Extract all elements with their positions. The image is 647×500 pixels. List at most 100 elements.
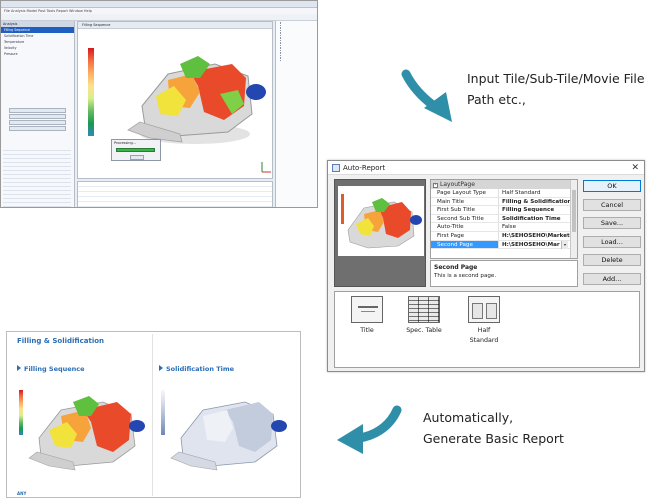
results-table [3, 147, 71, 207]
curved-arrow-left-icon [337, 405, 402, 454]
scrollbar-thumb[interactable] [572, 190, 576, 232]
report-color-legend [161, 390, 165, 435]
generated-report: Filling & Solidification Filling Sequenc… [6, 331, 301, 498]
template-title[interactable]: Title [346, 296, 388, 336]
property-value[interactable]: Filling Sequence [499, 206, 577, 214]
close-icon[interactable]: ✕ [631, 161, 639, 175]
tree-item[interactable] [280, 22, 317, 26]
dialog-buttons: OK Cancel Save... Load... Delete Add... [583, 180, 641, 291]
template-spec-table[interactable]: Spec. Table [403, 296, 445, 336]
property-category[interactable]: - LayoutPage [431, 180, 577, 189]
property-scrollbar[interactable] [570, 180, 577, 258]
property-key: Auto-Title [431, 223, 499, 231]
caption-line: Path etc., [467, 92, 526, 107]
arrow-head [337, 424, 363, 454]
report-logo: ANY [17, 491, 27, 496]
left-panel-button[interactable] [9, 114, 66, 119]
progress-bar [116, 148, 155, 152]
report-filling-model [28, 396, 145, 471]
dialog-title: Auto-Report [343, 164, 386, 172]
property-row[interactable]: Page Layout Type Half Standard [431, 189, 577, 198]
app-bottom-table [77, 181, 273, 207]
property-row-selected[interactable]: Second Page H:\SEHOSEHO\Mar ▾ [431, 240, 577, 250]
analysis-app-screenshot: File Analysis Model Post Tools Report Wi… [0, 0, 318, 208]
report-second-subtitle: Solidification Time [159, 365, 234, 373]
property-grid[interactable]: - LayoutPage Page Layout Type Half Standar… [430, 179, 578, 259]
progress-dialog: Processing... [111, 139, 161, 161]
property-row[interactable]: First Page H:\SEHOSEHO\Market [431, 231, 577, 241]
property-value[interactable]: H:\SEHOSEHO\Market [499, 232, 577, 240]
title-template-icon [351, 296, 383, 323]
report-color-legend [19, 390, 23, 435]
caption-input-paths: Input Tile/Sub-Tile/Movie File Path etc.… [467, 68, 645, 110]
curved-arrow-down-icon [401, 69, 452, 122]
template-label: Title [360, 327, 374, 334]
report-divider [152, 334, 153, 496]
property-value[interactable]: Solidification Time [499, 215, 577, 223]
first-subtitle-text: Filling Sequence [24, 365, 85, 373]
property-description: Second Page This is a second page. [430, 260, 578, 287]
property-key: Main Title [431, 197, 499, 206]
property-row[interactable]: First Sub Title Filling Sequence [431, 206, 577, 215]
table-template-icon [408, 296, 440, 323]
title-template-line [361, 311, 375, 312]
progress-cancel-button[interactable] [130, 155, 144, 160]
app-titlebar [1, 1, 317, 8]
report-first-subtitle: Filling Sequence [17, 365, 85, 373]
template-label: Half Standard [469, 327, 499, 344]
caption-line: Automatically, [423, 410, 514, 425]
load-button[interactable]: Load... [583, 235, 641, 248]
property-row[interactable]: Main Title Filling & Solidification [431, 197, 577, 207]
dialog-titlebar: Auto-Report ✕ [328, 161, 644, 175]
report-model-blue [129, 420, 145, 432]
app-window-icon [332, 164, 340, 172]
description-title: Second Page [434, 264, 478, 271]
delete-button[interactable]: Delete [583, 254, 641, 266]
tree-item[interactable] [280, 42, 317, 46]
caption-line: Input Tile/Sub-Tile/Movie File [467, 71, 645, 86]
report-model-blue [271, 420, 287, 432]
left-panel-button[interactable] [9, 108, 66, 113]
ok-button[interactable]: OK [583, 180, 641, 192]
auto-report-dialog: Auto-Report ✕ - LayoutPage Page Layout Ty… [327, 160, 645, 372]
description-text: This is a second page. [434, 273, 497, 279]
progress-title: Processing... [114, 141, 137, 145]
save-button[interactable]: Save... [583, 217, 641, 229]
tree-item[interactable] [280, 32, 317, 36]
property-key: First Page [431, 231, 499, 240]
bullet-triangle-icon [17, 365, 21, 371]
left-panel-button[interactable] [9, 120, 66, 125]
caption-generate-report: Automatically, Generate Basic Report [423, 407, 564, 449]
title-template-line [358, 306, 378, 308]
cancel-button[interactable]: Cancel [583, 198, 641, 211]
template-half-standard[interactable]: Half Standard [463, 296, 505, 346]
3d-view[interactable]: Filling Sequence [77, 21, 273, 179]
property-key: Page Layout Type [431, 189, 499, 197]
report-main-title: Filling & Solidification [17, 337, 105, 345]
tree-item[interactable] [280, 57, 317, 61]
tree-item[interactable] [280, 27, 317, 31]
add-button[interactable]: Add... [583, 272, 641, 285]
left-panel-button[interactable] [9, 126, 66, 131]
dropdown-arrow-icon[interactable]: ▾ [561, 240, 568, 249]
collapse-icon[interactable]: - [433, 183, 438, 188]
property-row[interactable]: Second Sub Title Solidification Time [431, 214, 577, 224]
property-value[interactable]: False [499, 223, 577, 231]
property-key: Second Page [431, 240, 499, 249]
half-standard-template-icon [468, 296, 500, 323]
color-legend [88, 48, 94, 136]
property-value[interactable]: Filling & Solidification [499, 198, 577, 206]
second-subtitle-text: Solidification Time [166, 365, 235, 373]
property-value[interactable]: Half Standard [499, 189, 577, 197]
casting-model [127, 56, 266, 144]
axis-triad [261, 162, 271, 173]
preview-colorbar [341, 194, 344, 224]
property-row[interactable]: Auto-Title False [431, 223, 577, 232]
property-key: First Sub Title [431, 206, 499, 214]
tree-item[interactable] [280, 47, 317, 51]
view-tab[interactable]: Filling Sequence [78, 22, 272, 29]
app-toolbar [1, 14, 317, 28]
bullet-triangle-icon [159, 365, 163, 371]
tree-item[interactable] [280, 52, 317, 56]
tree-item[interactable] [280, 37, 317, 41]
